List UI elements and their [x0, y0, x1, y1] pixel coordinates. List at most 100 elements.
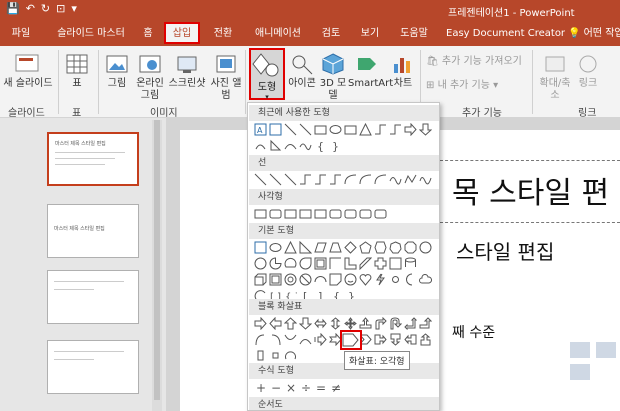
- slide-thumbnail[interactable]: [47, 270, 139, 324]
- left-right-arrow-callout-icon[interactable]: [254, 349, 267, 362]
- new-slide-button[interactable]: 새 슬라이드: [2, 52, 54, 90]
- rectangle-icon[interactable]: [344, 123, 357, 136]
- decagon-icon[interactable]: [419, 241, 432, 254]
- icons-button[interactable]: 아이콘: [288, 52, 316, 90]
- chart-button[interactable]: 차트: [390, 52, 416, 90]
- screenshot-button[interactable]: 스크린샷: [168, 52, 206, 90]
- circular-arrow-icon[interactable]: [284, 349, 297, 362]
- photo-album-button[interactable]: 사진 앨범: [210, 52, 242, 102]
- block-arc-icon[interactable]: [314, 273, 327, 286]
- bent-arrow-icon[interactable]: [374, 317, 387, 330]
- striped-right-arrow-icon[interactable]: [314, 333, 327, 346]
- pie-icon[interactable]: [269, 257, 282, 270]
- elbow-arrow-icon[interactable]: [314, 173, 327, 186]
- pentagon-icon[interactable]: [359, 241, 372, 254]
- tab-easy-document-creator[interactable]: Easy Document Creator: [446, 24, 565, 46]
- round-rectangle-icon[interactable]: [374, 207, 387, 220]
- quad-arrow-icon[interactable]: [344, 317, 357, 330]
- tab-transitions[interactable]: 전환: [208, 24, 238, 46]
- line-icon[interactable]: [284, 123, 297, 136]
- bent-up-arrow-icon[interactable]: [419, 317, 432, 330]
- elbow-double-arrow-icon[interactable]: [329, 173, 342, 186]
- brace-icon[interactable]: {: [314, 139, 327, 152]
- 3d-models-button[interactable]: 3D 모델: [318, 52, 348, 102]
- snip-rectangle-icon[interactable]: [299, 207, 312, 220]
- curve-icon[interactable]: [284, 139, 297, 152]
- teardrop-icon[interactable]: [299, 257, 312, 270]
- right-arrow-icon[interactable]: [254, 317, 267, 330]
- round-rectangle-icon[interactable]: [344, 207, 357, 220]
- thumbnail-scrollbar[interactable]: [152, 120, 162, 411]
- sun-icon[interactable]: [389, 273, 402, 286]
- smartart-button[interactable]: SmartArt: [348, 52, 393, 90]
- not-equal-icon[interactable]: ≠: [329, 381, 342, 394]
- down-arrow-callout-icon[interactable]: [389, 333, 402, 346]
- customize-qat-icon[interactable]: ▾: [71, 2, 77, 15]
- l-shape-icon[interactable]: [344, 257, 357, 270]
- slide-title-placeholder[interactable]: 목 스타일 편: [452, 168, 609, 212]
- tell-me-search[interactable]: 💡 어떤 작업: [568, 24, 620, 46]
- textbox-icon[interactable]: A: [254, 123, 267, 136]
- brace-icon[interactable]: }: [329, 139, 342, 152]
- round-rectangle-icon[interactable]: [359, 207, 372, 220]
- minus-icon[interactable]: −: [269, 381, 282, 394]
- shapes-button[interactable]: 도형 ▾: [249, 48, 285, 101]
- rectangle-icon[interactable]: [254, 207, 267, 220]
- shape-icon[interactable]: [254, 139, 267, 152]
- table-button[interactable]: 표: [62, 52, 92, 90]
- left-arrow-callout-icon[interactable]: [404, 333, 417, 346]
- can-icon[interactable]: [404, 257, 417, 270]
- curved-arrow-icon[interactable]: [359, 173, 372, 186]
- diagonal-stripe-icon[interactable]: [359, 257, 372, 270]
- left-up-arrow-icon[interactable]: [404, 317, 417, 330]
- diamond-icon[interactable]: [344, 241, 357, 254]
- tab-slide-master[interactable]: 슬라이드 마스터: [52, 24, 130, 46]
- heptagon-icon[interactable]: [389, 241, 402, 254]
- right-arrow-callout-icon[interactable]: [374, 333, 387, 346]
- snip-rectangle-icon[interactable]: [284, 207, 297, 220]
- line-icon[interactable]: [254, 173, 267, 186]
- get-addins-button[interactable]: 🛍 추가 기능 가져오기: [426, 56, 530, 68]
- round-rectangle-icon[interactable]: [329, 207, 342, 220]
- my-addins-button[interactable]: ⊞ 내 추가 기능 ▾: [426, 80, 516, 92]
- up-arrow-icon[interactable]: [284, 317, 297, 330]
- zoom-button[interactable]: 확대/축소: [536, 52, 574, 102]
- cube-icon[interactable]: [254, 273, 267, 286]
- bevel-icon[interactable]: [269, 273, 282, 286]
- equal-icon[interactable]: =: [314, 381, 327, 394]
- dodecagon-icon[interactable]: [254, 257, 267, 270]
- half-frame-icon[interactable]: [329, 257, 342, 270]
- quad-arrow-callout-icon[interactable]: [269, 349, 282, 362]
- tab-animations[interactable]: 애니메이션: [252, 24, 304, 46]
- freeform-icon[interactable]: [299, 139, 312, 152]
- curved-connector-icon[interactable]: [344, 173, 357, 186]
- up-down-arrow-icon[interactable]: [329, 317, 342, 330]
- slide-text-placeholder[interactable]: 스타일 편집: [456, 236, 554, 265]
- curved-down-arrow-icon[interactable]: [299, 333, 312, 346]
- undo-icon[interactable]: ↶: [26, 2, 35, 15]
- rounded-rectangle-icon[interactable]: [269, 207, 282, 220]
- slide-thumbnail[interactable]: 마스터 제목 스타일 편집: [47, 204, 139, 258]
- textbox-vertical-icon[interactable]: [269, 123, 282, 136]
- plaque-icon[interactable]: [389, 257, 402, 270]
- online-picture-button[interactable]: 온라인 그림: [134, 52, 166, 102]
- left-right-up-arrow-icon[interactable]: [359, 317, 372, 330]
- curved-right-arrow-icon[interactable]: [254, 333, 267, 346]
- scrollbar-thumb[interactable]: [154, 120, 160, 400]
- left-arrow-icon[interactable]: [269, 317, 282, 330]
- down-arrow-icon[interactable]: [419, 123, 432, 136]
- moon-icon[interactable]: [404, 273, 417, 286]
- oval-icon[interactable]: [329, 123, 342, 136]
- parallelogram-icon[interactable]: [314, 241, 327, 254]
- line-icon[interactable]: [299, 123, 312, 136]
- multiply-icon[interactable]: ×: [284, 381, 297, 394]
- folded-corner-icon[interactable]: [329, 273, 342, 286]
- left-right-arrow-icon[interactable]: [314, 317, 327, 330]
- right-triangle-icon[interactable]: [299, 241, 312, 254]
- freeform-icon[interactable]: [404, 173, 417, 186]
- division-icon[interactable]: ÷: [299, 381, 312, 394]
- heart-icon[interactable]: [359, 273, 372, 286]
- redo-icon[interactable]: ↻: [41, 2, 50, 15]
- octagon-icon[interactable]: [404, 241, 417, 254]
- tab-file[interactable]: 파일: [10, 24, 32, 46]
